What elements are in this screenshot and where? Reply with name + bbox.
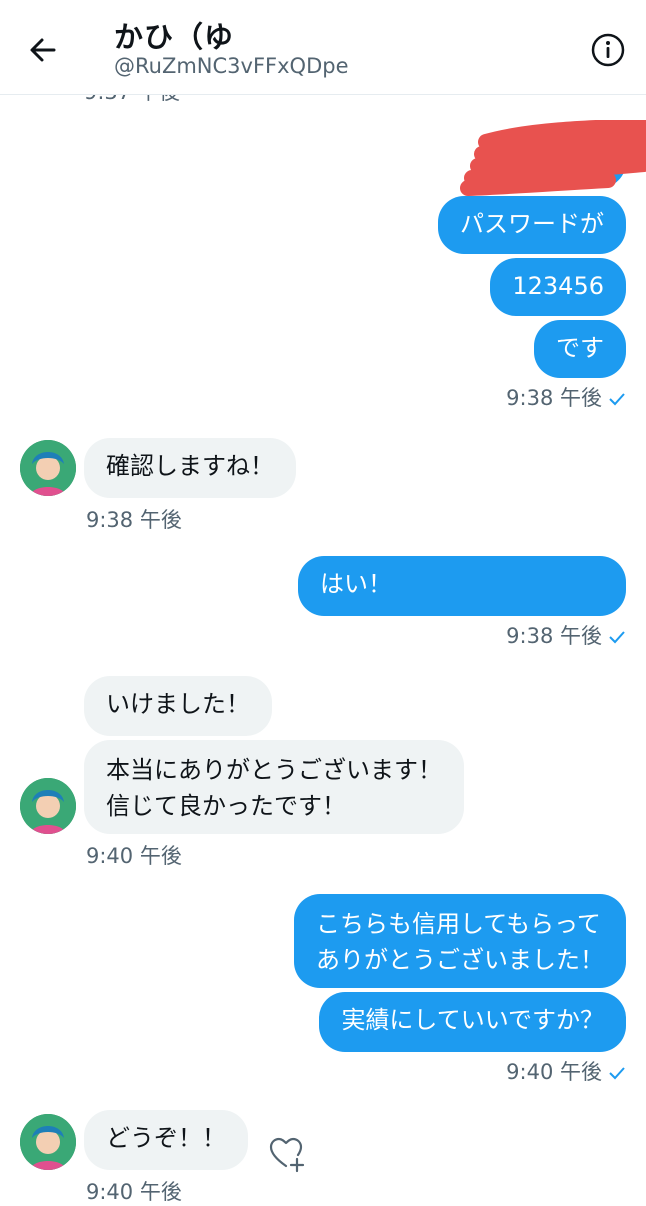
user-handle[interactable]: @RuZmNC3vFFxQDpe <box>114 54 349 78</box>
avatar[interactable] <box>20 440 76 496</box>
avatar-image <box>20 440 76 496</box>
message-timestamp: 9:40 午後 <box>86 1180 182 1204</box>
conversation-header: かひ（ゆ @RuZmNC3vFFxQDpe <box>0 0 646 95</box>
avatar-image <box>20 1114 76 1170</box>
message-timestamp: 9:38 午後 <box>506 620 626 650</box>
info-button[interactable] <box>588 30 628 70</box>
message-line: こちらも信用してもらって <box>316 910 601 938</box>
message-bubble[interactable]: はい！ <box>298 556 626 616</box>
message-bubble[interactable]: 123456 <box>490 258 626 316</box>
avatar[interactable] <box>20 778 76 834</box>
message-bubble[interactable]: 確認しますね！ <box>84 438 296 498</box>
message-bubble[interactable]: こちらも信用してもらって ありがとうございました！ <box>294 894 626 988</box>
message-bubble[interactable]: 本当にありがとうございます！ 信じて良かったです！ <box>84 740 464 834</box>
check-icon <box>609 393 625 406</box>
message-bubble[interactable]: です <box>534 320 626 378</box>
info-icon <box>591 33 625 67</box>
add-reaction-button[interactable] <box>266 1134 306 1174</box>
check-icon <box>609 1067 625 1080</box>
back-button[interactable] <box>24 30 64 70</box>
conversation-title[interactable]: かひ（ゆ <box>114 14 234 56</box>
check-icon <box>609 631 625 644</box>
message-bubble[interactable]: いけました！ <box>84 676 272 736</box>
message-timestamp: 9:40 午後 <box>86 844 182 868</box>
message-timestamp: 9:38 午後 <box>86 508 182 532</box>
message-line: 本当にありがとうございます！ <box>106 756 442 784</box>
redaction-scribble <box>460 120 646 196</box>
message-bubble[interactable]: どうぞ！！ <box>84 1110 248 1170</box>
message-bubble[interactable]: パスワードが <box>438 196 626 254</box>
message-line: ありがとうございました！ <box>316 946 604 974</box>
avatar-image <box>20 778 76 834</box>
heart-plus-icon <box>269 1137 305 1173</box>
avatar[interactable] <box>20 1114 76 1170</box>
arrow-left-icon <box>30 38 56 62</box>
message-bubble[interactable]: 実績にしていいですか？ <box>319 992 626 1052</box>
message-timestamp: 9:38 午後 <box>506 382 626 412</box>
message-line: 信じて良かったです！ <box>106 792 346 820</box>
message-timestamp: 9:40 午後 <box>506 1056 626 1086</box>
